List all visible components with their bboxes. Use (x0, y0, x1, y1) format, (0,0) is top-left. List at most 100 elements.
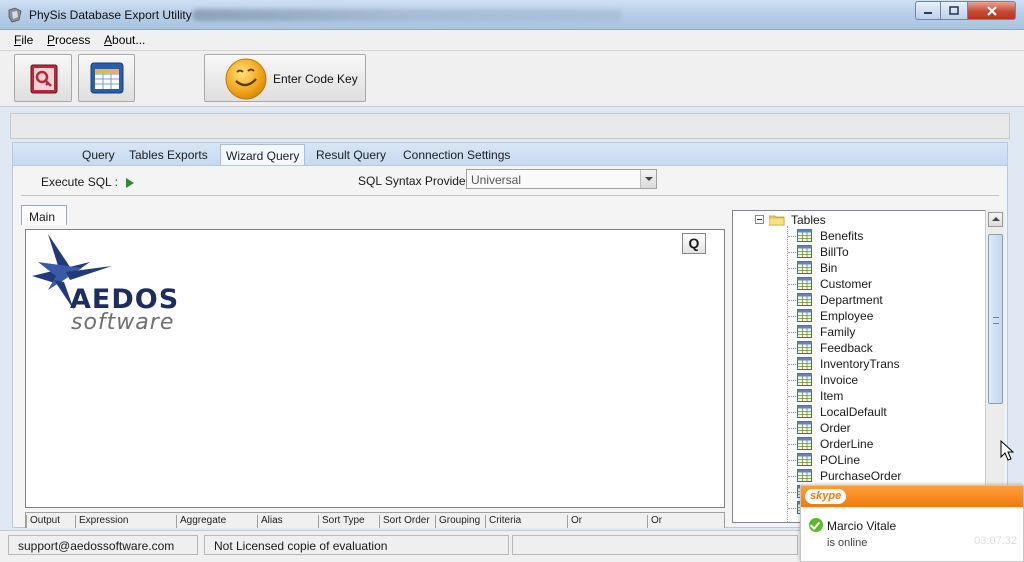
tables-tree[interactable]: Tables Benefits BillTo Bin Customer Departme… (732, 210, 1005, 523)
tree-node-label: Employee (820, 309, 874, 323)
menu-process[interactable]: Process (47, 33, 90, 47)
play-icon[interactable] (126, 178, 134, 188)
tree-guide-line (788, 268, 796, 269)
tab-tables-exports[interactable]: Tables Exports (129, 148, 208, 162)
spreadsheet-icon (90, 62, 124, 94)
table-icon (797, 341, 812, 354)
enter-code-key-button[interactable]: Enter Code Key (204, 54, 366, 102)
tree-node-label: Benefits (820, 229, 864, 243)
table-icon (797, 453, 812, 466)
skype-time: 03:07:32 (974, 535, 1017, 547)
skype-notification[interactable]: skype Marcio Vitale is online 03:07:32 (800, 485, 1024, 562)
tab-connection-settings[interactable]: Connection Settings (403, 148, 510, 162)
q-button[interactable]: Q (682, 233, 706, 254)
grid-col-sort-type[interactable]: Sort Type (318, 515, 365, 528)
tree-node-label: Item (820, 389, 844, 403)
table-icon (797, 245, 812, 258)
tree-guide-line (788, 380, 796, 381)
tree-guide-line (788, 300, 796, 301)
grid-col-expression[interactable]: Expression (75, 515, 128, 528)
tree-guide-line (788, 444, 796, 445)
table-icon (797, 261, 812, 274)
tree-guide-line (788, 460, 796, 461)
folder-icon (769, 215, 785, 226)
title-bar: PhySis Database Export Utility (0, 0, 1024, 30)
tree-guide-line (788, 492, 796, 493)
info-bar (10, 113, 1010, 139)
tree-node-label: LocalDefault (820, 405, 887, 419)
tree-node-label: Feedback (820, 341, 873, 355)
execute-sql-label: Execute SQL : (41, 175, 118, 189)
tab-wizard-query[interactable]: Wizard Query (220, 144, 306, 167)
online-status-icon (809, 518, 823, 532)
menu-about[interactable]: About... (104, 33, 145, 47)
maximize-button[interactable] (941, 1, 968, 20)
access-db-button[interactable] (14, 54, 72, 102)
table-icon (797, 405, 812, 418)
tree-guide-line (788, 396, 796, 397)
skype-contact-name: Marcio Vitale (827, 519, 897, 533)
grid-col-or-1[interactable]: Or (567, 515, 582, 528)
close-button[interactable] (968, 1, 1016, 20)
menu-bar: File Process About... (0, 30, 1024, 51)
sql-provider-label: SQL Syntax Provider: (358, 174, 473, 188)
tab-main[interactable]: Main (21, 205, 67, 225)
tree-guide-line (788, 332, 796, 333)
table-icon (797, 437, 812, 450)
maximize-icon (949, 5, 959, 15)
skype-contact-status: is online (827, 537, 868, 549)
status-email: support@aedossoftware.com (8, 535, 198, 555)
minimize-button[interactable] (915, 1, 941, 20)
mouse-cursor-icon (1000, 440, 1014, 461)
tree-node-label: Family (820, 325, 856, 339)
tree-node-label: BillTo (820, 245, 849, 259)
tree-guide-line (788, 284, 796, 285)
tree-node-label: Invoice (820, 373, 859, 387)
grid-col-criteria[interactable]: Criteria (485, 515, 521, 528)
grid-col-aggregate[interactable]: Aggregate (176, 515, 226, 528)
tree-guide-line (788, 412, 796, 413)
grid-col-grouping[interactable]: Grouping (435, 515, 480, 528)
table-icon (797, 309, 812, 322)
tree-scrollbar[interactable] (985, 210, 1005, 523)
tree-guide-line (788, 252, 796, 253)
tab-query[interactable]: Query (82, 148, 115, 162)
tree-guide-line (788, 364, 796, 365)
table-icon (797, 373, 812, 386)
table-icon (797, 277, 812, 290)
tab-result-query[interactable]: Result Query (316, 148, 386, 162)
toolbar: Enter Code Key (0, 51, 1024, 107)
tab-strip: Query Tables Exports Wizard Query Result… (12, 142, 1008, 167)
tree-guide-line (788, 348, 796, 349)
table-grid-button[interactable] (78, 54, 135, 102)
criteria-grid-header: Output Expression Aggregate Alias Sort T… (25, 512, 725, 528)
tree-node-label: PurchaseOrder (820, 469, 902, 483)
blurred-title-region (192, 9, 622, 21)
grid-col-output[interactable]: Output (26, 515, 60, 528)
sql-provider-value: Universal (471, 173, 522, 187)
chevron-down-icon[interactable] (640, 170, 656, 188)
sql-provider-select[interactable]: Universal (466, 169, 657, 189)
logo-subtitle: software (71, 310, 175, 335)
grid-col-alias[interactable]: Alias (257, 515, 283, 528)
menu-file[interactable]: File (14, 33, 33, 47)
wizard-query-panel: Execute SQL : SQL Syntax Provider: Unive… (12, 165, 1008, 528)
scroll-up-button[interactable] (988, 212, 1003, 227)
table-icon (797, 421, 812, 434)
tree-guide-line (788, 316, 796, 317)
grid-col-sort-order[interactable]: Sort Order (379, 515, 430, 528)
table-icon (797, 229, 812, 242)
scrollbar-thumb[interactable] (988, 234, 1003, 404)
table-icon (797, 389, 812, 402)
tree-guide-line (788, 428, 796, 429)
grid-col-or-2[interactable]: Or (647, 515, 662, 528)
collapse-icon[interactable] (755, 215, 764, 224)
app-icon (8, 7, 22, 23)
tree-root-label: Tables (791, 213, 826, 227)
tree-guide-line (787, 226, 788, 522)
table-icon (797, 469, 812, 482)
table-icon (797, 293, 812, 306)
skype-header: skype (801, 486, 1023, 507)
status-license: Not Licensed copie of evaluation (204, 535, 509, 555)
query-builder-canvas[interactable]: AEDOS software Q (25, 229, 725, 508)
